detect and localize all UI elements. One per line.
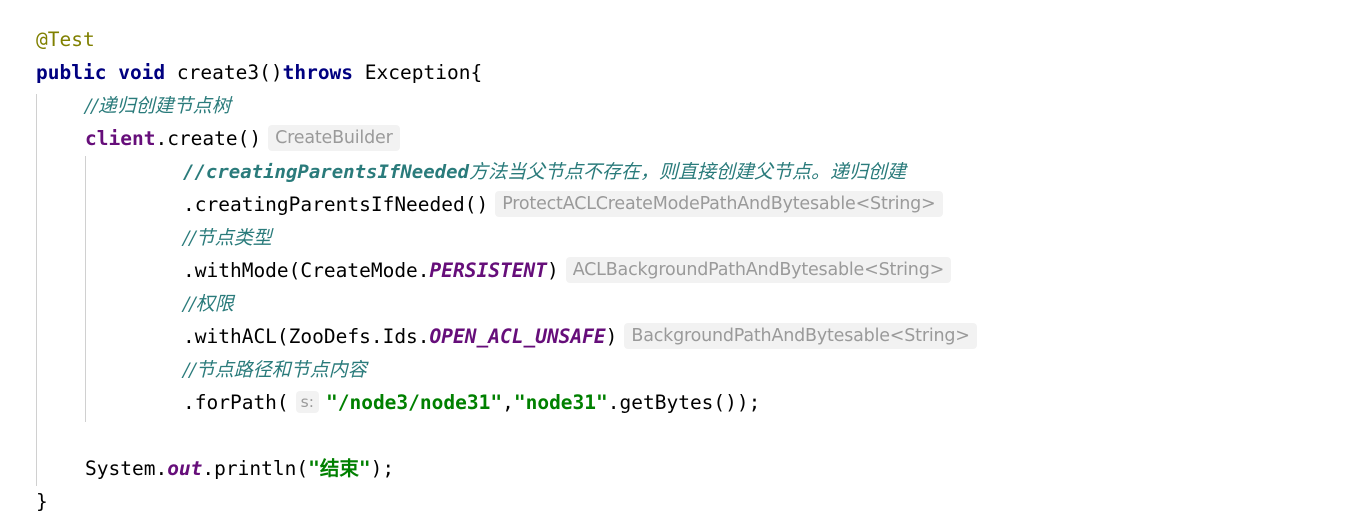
code-line-14[interactable]: System.out.println("结束"); (0, 452, 1355, 485)
code-line-8[interactable]: .withMode(CreateMode.PERSISTENT) ACLBackg… (0, 254, 1355, 287)
code-line-1[interactable]: @Test (0, 23, 1355, 56)
field-client: client (85, 127, 156, 150)
inlay-hint-protect-acl-create-mode: ProtectACLCreateModePathAndBytesable<Str… (495, 191, 943, 217)
code-line-5[interactable]: //creatingParentsIfNeeded方法当父节点不存在，则直接创建… (0, 155, 1355, 188)
code-line-10[interactable]: .withACL(ZooDefs.Ids.OPEN_ACL_UNSAFE) Bac… (0, 320, 1355, 353)
code-line-2[interactable]: public void create3()throws Exception{ (0, 56, 1355, 89)
inlay-hint-create-builder: CreateBuilder (268, 125, 400, 151)
constant-open-acl-unsafe: OPEN_ACL_UNSAFE (429, 325, 606, 348)
class-system: System. (85, 457, 168, 480)
code-line-11[interactable]: //节点路径和节点内容 (0, 353, 1355, 386)
call-create: .create() (155, 127, 262, 150)
keyword-public: public (36, 61, 107, 84)
code-line-12[interactable]: .forPath( s: "/node3/node31","node31".getB… (0, 386, 1355, 419)
keyword-throws: throws (282, 61, 354, 84)
string-end-message: "结束" (308, 457, 371, 480)
comment-node-path-and-content: //节点路径和节点内容 (183, 359, 367, 381)
comment-recursive-create-tree: //递归创建节点树 (85, 95, 231, 117)
call-creating-parents-if-needed: .creatingParentsIfNeeded() (183, 193, 489, 216)
code-editor[interactable]: @Test public void create3()throws Except… (0, 0, 1355, 525)
string-node-path: "/node3/node31" (325, 391, 503, 414)
type-exception: Exception (364, 61, 471, 84)
call-for-path: .forPath( (183, 391, 289, 414)
code-line-15[interactable]: } (0, 485, 1355, 518)
comment-cjk-text: 方法当父节点不存在，则直接创建父节点。递归创建 (468, 161, 906, 183)
code-line-7[interactable]: //节点类型 (0, 221, 1355, 254)
inlay-hint-parameter-s: s: (295, 391, 319, 413)
comment-creating-parents: //creatingParentsIfNeeded方法当父节点不存在，则直接创建… (183, 161, 906, 183)
code-line-13-blank[interactable] (0, 419, 1355, 452)
code-line-4[interactable]: client.create() CreateBuilder (0, 122, 1355, 155)
inlay-hint-acl-background: ACLBackgroundPathAndBytesable<String> (565, 257, 952, 283)
comment-code-fragment: //creatingParentsIfNeeded (183, 161, 469, 183)
annotation-test: @Test (36, 28, 95, 51)
open-brace: { (470, 61, 483, 84)
call-with-mode: .withMode(CreateMode. (183, 259, 430, 282)
string-node-content: "node31" (513, 391, 608, 414)
statement-end: ); (370, 457, 395, 480)
code-line-6[interactable]: .creatingParentsIfNeeded() ProtectACLCrea… (0, 188, 1355, 221)
call-with-acl: .withACL(ZooDefs.Ids. (183, 325, 430, 348)
call-get-bytes: .getBytes()); (607, 391, 761, 414)
constant-persistent: PERSISTENT (429, 259, 547, 282)
close-paren: ) (546, 259, 559, 282)
comment-node-type: //节点类型 (183, 227, 272, 249)
comment-permission: //权限 (183, 293, 234, 315)
code-line-9[interactable]: //权限 (0, 287, 1355, 320)
code-line-3[interactable]: //递归创建节点树 (0, 89, 1355, 122)
method-name-create3: create3() (176, 61, 283, 84)
static-field-out: out (167, 457, 203, 480)
close-paren: ) (605, 325, 618, 348)
inlay-hint-background-path: BackgroundPathAndBytesable<String> (624, 323, 977, 349)
call-println: .println( (202, 457, 309, 480)
keyword-void: void (118, 61, 166, 84)
close-brace: } (36, 490, 48, 513)
comma: , (502, 391, 514, 414)
